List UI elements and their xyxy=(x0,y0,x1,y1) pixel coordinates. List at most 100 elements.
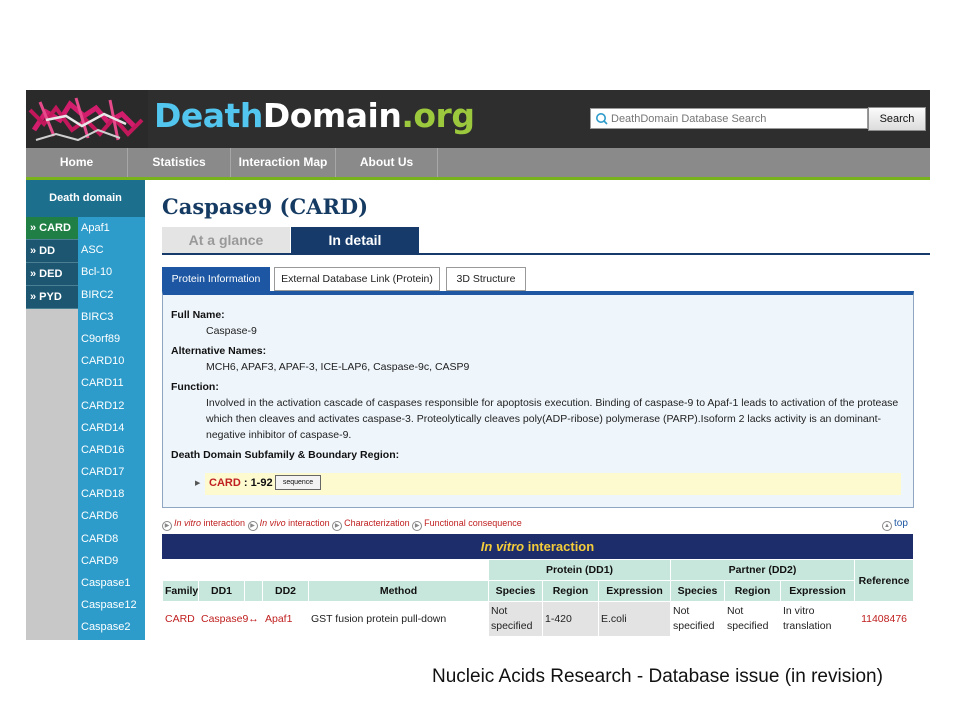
site-logo-text[interactable]: DeathDomain.org xyxy=(154,96,475,135)
protein-item[interactable]: BIRC3 xyxy=(78,306,145,328)
col-protein-species: Species xyxy=(488,580,543,602)
in-vitro-table-title: In vitro interaction xyxy=(162,534,913,559)
full-name-label: Full Name: xyxy=(171,309,225,321)
in-vitro-interaction-table: Protein (DD1) Partner (DD2) Reference Fa… xyxy=(162,559,915,637)
col-partner-species: Species xyxy=(670,580,725,602)
protein-item[interactable]: Caspase1 xyxy=(78,572,145,594)
cell-protein-expression: E.coli xyxy=(598,601,671,637)
cell-dd1[interactable]: Caspase9 xyxy=(198,601,248,637)
cell-protein-region: 1-420 xyxy=(542,601,599,637)
subtab-3d-structure[interactable]: 3D Structure xyxy=(446,267,526,291)
link-in-vitro[interactable]: In vitro interaction xyxy=(174,518,245,528)
logo-molecule-image xyxy=(26,90,148,148)
protein-item[interactable]: Bcl-10 xyxy=(78,261,145,283)
arrow-circle-icon: ▶ xyxy=(247,521,258,531)
category-list: » CARD » DD » DED » PYD xyxy=(26,217,78,309)
protein-item[interactable]: BIRC2 xyxy=(78,284,145,306)
protein-item[interactable]: CARD10 xyxy=(78,350,145,372)
col-method: Method xyxy=(308,580,489,602)
cell-reference[interactable]: 11408476 xyxy=(854,601,915,637)
sidebar-filler xyxy=(26,309,78,640)
alt-names-value: MCH6, APAF3, APAF-3, ICE-LAP6, Caspase-9… xyxy=(206,361,470,373)
region-range: 1-92 xyxy=(250,477,273,489)
browser-screenshot: DeathDomain.org Search Home Statistics I… xyxy=(26,90,930,640)
tab-in-detail[interactable]: In detail xyxy=(291,227,419,253)
full-name-value: Caspase-9 xyxy=(206,325,257,337)
subtab-protein-information[interactable]: Protein Information xyxy=(162,267,270,291)
group-header-partner: Partner (DD2) xyxy=(669,559,856,581)
protein-item[interactable]: CARD18 xyxy=(78,483,145,505)
protein-item[interactable]: CARD8 xyxy=(78,528,145,550)
protein-item[interactable]: CARD17 xyxy=(78,461,145,483)
col-reference: Reference xyxy=(854,559,915,602)
col-dd1: DD1 xyxy=(198,580,245,602)
logo-part-org: .org xyxy=(401,96,475,135)
protein-item[interactable]: Apaf1 xyxy=(78,217,145,239)
cell-protein-species: Not specified xyxy=(488,601,543,637)
tab-at-a-glance[interactable]: At a glance xyxy=(162,227,290,253)
protein-item[interactable]: CARD14 xyxy=(78,417,145,439)
nav-statistics[interactable]: Statistics xyxy=(128,148,231,177)
link-characterization[interactable]: Characterization xyxy=(344,518,410,528)
protein-list: Apaf1 ASC Bcl-10 BIRC2 BIRC3 C9orf89 CAR… xyxy=(78,217,145,640)
arrow-circle-icon: ▶ xyxy=(412,521,423,531)
subtab-external-database-link[interactable]: External Database Link (Protein) xyxy=(274,267,440,291)
protein-item[interactable]: Caspase2 xyxy=(78,616,145,638)
cell-partner-species: Not specified xyxy=(670,601,725,637)
sequence-button[interactable]: sequence xyxy=(275,475,321,490)
function-line-1: Involved in the activation cascade of ca… xyxy=(206,397,899,409)
protein-item[interactable]: Caspase12 xyxy=(78,594,145,616)
protein-info-panel: Full Name: Caspase-9 Alternative Names: … xyxy=(162,291,914,508)
protein-item[interactable]: CARD9 xyxy=(78,550,145,572)
slide-caption: Nucleic Acids Research - Database issue … xyxy=(432,666,883,687)
page-title: Caspase9 (CARD) xyxy=(162,194,369,219)
main-nav: Home Statistics Interaction Map About Us xyxy=(26,148,930,180)
link-in-vivo[interactable]: In vivo interaction xyxy=(260,518,330,528)
protein-item[interactable]: CARD6 xyxy=(78,505,145,527)
alt-names-label: Alternative Names: xyxy=(171,345,267,357)
table-row: CARD Caspase9 ↔ Apaf1 GST fusion protein… xyxy=(162,601,915,637)
arrow-up-circle-icon: ▲ xyxy=(882,521,892,531)
sidebar-heading: Death domain xyxy=(26,180,145,217)
category-pyd[interactable]: » PYD xyxy=(26,286,78,309)
table-title-italic: In vitro xyxy=(480,539,525,554)
search-input[interactable] xyxy=(611,109,861,128)
table-header-spacer xyxy=(162,559,489,581)
protein-item[interactable]: CARD12 xyxy=(78,395,145,417)
cell-family[interactable]: CARD xyxy=(162,601,199,637)
category-card[interactable]: » CARD xyxy=(26,217,78,240)
logo-part-death: Death xyxy=(154,96,263,135)
subfamily-label: Death Domain Subfamily & Boundary Region… xyxy=(171,449,400,461)
region-text: CARD : 1-92 xyxy=(209,477,273,489)
protein-item[interactable]: C9orf89 xyxy=(78,328,145,350)
region-name: CARD xyxy=(209,477,241,489)
protein-item[interactable]: ASC xyxy=(78,239,145,261)
search-button[interactable]: Search xyxy=(868,107,926,131)
top-link[interactable]: ▲ top xyxy=(882,518,908,531)
nav-home[interactable]: Home xyxy=(26,148,128,177)
cell-partner-expression: In vitro translation xyxy=(779,601,856,637)
region-separator: : xyxy=(240,477,251,489)
site-header: DeathDomain.org Search xyxy=(26,90,930,148)
col-partner-region: Region xyxy=(724,580,781,602)
col-protein-region: Region xyxy=(542,580,599,602)
cell-dd2[interactable]: Apaf1 xyxy=(262,601,309,637)
function-label: Function: xyxy=(171,381,219,393)
col-protein-expression: Expression xyxy=(598,580,671,602)
boundary-region-row: ▶ CARD : 1-92 sequence xyxy=(195,473,901,495)
link-functional-consequence[interactable]: Functional consequence xyxy=(424,518,522,528)
bullet-arrow-icon: ▶ xyxy=(195,480,201,487)
section-links: ▶ In vitro interaction ▶ In vivo interacti… xyxy=(162,518,522,531)
table-title-rest: interaction xyxy=(524,539,595,554)
col-partner-expression: Expression xyxy=(779,580,856,602)
nav-interaction-map[interactable]: Interaction Map xyxy=(231,148,336,177)
nav-about-us[interactable]: About Us xyxy=(336,148,438,177)
category-dd[interactable]: » DD xyxy=(26,240,78,263)
protein-item[interactable]: CARD11 xyxy=(78,372,145,394)
category-ded[interactable]: » DED xyxy=(26,263,78,286)
protein-item[interactable]: CARD16 xyxy=(78,439,145,461)
arrow-circle-icon: ▶ xyxy=(162,521,172,531)
search-box xyxy=(590,108,868,129)
search-icon xyxy=(596,113,608,125)
tab-divider xyxy=(162,253,930,255)
